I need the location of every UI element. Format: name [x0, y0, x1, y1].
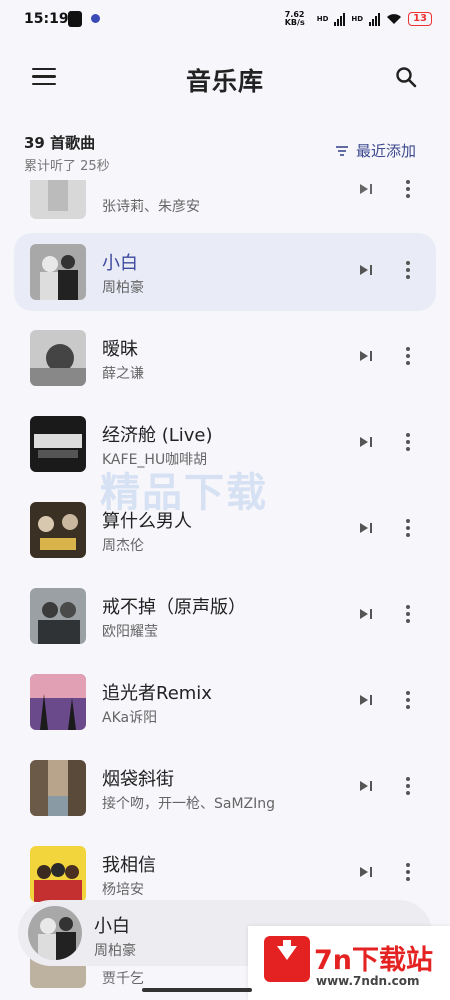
wifi-icon: [387, 14, 402, 24]
play-next-icon[interactable]: [358, 263, 374, 277]
more-options-icon[interactable]: [403, 347, 413, 367]
album-cover: [30, 502, 86, 558]
background-watermark: 精品下载: [100, 470, 268, 516]
song-title: 我相信: [102, 855, 156, 876]
notification-dot-icon: [91, 14, 100, 23]
song-artist: 欧阳耀莹: [102, 624, 158, 640]
battery-icon: 13: [408, 12, 432, 26]
status-time: 15:19: [24, 11, 69, 27]
song-artist: 周柏豪: [102, 280, 144, 296]
listen-time: 累计听了 25秒: [24, 159, 110, 174]
song-artist: 张诗莉、朱彦安: [102, 199, 200, 215]
more-options-icon[interactable]: [403, 433, 413, 453]
play-next-icon[interactable]: [358, 607, 374, 621]
song-row[interactable]: 张诗莉、朱彦安: [14, 180, 436, 230]
album-cover: [30, 180, 86, 219]
album-cover: [30, 416, 86, 472]
play-next-icon[interactable]: [358, 693, 374, 707]
song-artist: AKa诉阳: [102, 710, 158, 726]
more-options-icon[interactable]: [403, 261, 413, 281]
song-artist: 薛之谦: [102, 366, 144, 382]
signal-icon-1: [334, 12, 346, 26]
signal-label-1: HD: [316, 15, 329, 23]
song-title: 暧昧: [102, 339, 138, 360]
song-count: 39 首歌曲: [24, 134, 96, 152]
play-next-icon[interactable]: [358, 521, 374, 535]
more-options-icon[interactable]: [403, 519, 413, 539]
album-cover: [30, 588, 86, 644]
mini-player-title: 小白: [94, 916, 130, 937]
status-bar: 15:19 7.62 KB/s HD HD 13: [0, 0, 450, 40]
library-summary: 39 首歌曲 累计听了 25秒: [24, 132, 110, 174]
album-cover: [30, 244, 86, 300]
song-artist: 杨培安: [102, 882, 144, 898]
song-row[interactable]: 烟袋斜街 接个吻，开一枪、SaMZIng: [14, 749, 436, 827]
song-row[interactable]: 追光者Remix AKa诉阳: [14, 663, 436, 741]
album-cover: [30, 846, 86, 902]
more-options-icon[interactable]: [403, 180, 413, 200]
song-row-active[interactable]: 小白 周柏豪: [14, 233, 436, 311]
song-title: 戒不掉（原声版）: [102, 597, 246, 618]
song-artist: 贾千乞: [102, 971, 144, 987]
album-cover: [30, 760, 86, 816]
song-artist: 周杰伦: [102, 538, 144, 554]
signal-icon-2: [369, 12, 381, 26]
search-icon[interactable]: [395, 66, 417, 88]
status-right: 7.62 KB/s HD HD 13: [285, 11, 432, 27]
song-title: 烟袋斜街: [102, 769, 174, 790]
mini-player-cover: [28, 906, 82, 960]
download-logo-icon: [264, 936, 310, 982]
app-bar: 音乐库: [0, 52, 450, 108]
album-cover: [30, 330, 86, 386]
page-title: 音乐库: [185, 67, 264, 96]
song-artist: 接个吻，开一枪、SaMZIng: [102, 796, 276, 812]
song-row[interactable]: 戒不掉（原声版） 欧阳耀莹: [14, 577, 436, 655]
sort-icon: [335, 145, 348, 156]
play-next-icon[interactable]: [358, 865, 374, 879]
signal-label-2: HD: [351, 15, 364, 23]
song-title: 经济舱 (Live): [102, 425, 213, 446]
song-title: 小白: [102, 253, 138, 274]
play-next-icon[interactable]: [358, 435, 374, 449]
play-next-icon[interactable]: [358, 349, 374, 363]
more-options-icon[interactable]: [403, 691, 413, 711]
watermark-name: 7n下载站: [314, 945, 434, 976]
song-list: 张诗莉、朱彦安 小白 周柏豪 暧昧 薛之谦 经济舱 (Live) KAFE_HU…: [0, 180, 450, 1000]
watermark-url: www.7ndn.com: [316, 974, 420, 988]
mini-player-artist: 周柏豪: [94, 943, 136, 959]
tiktok-icon: [68, 11, 82, 27]
more-options-icon[interactable]: [403, 863, 413, 883]
play-next-icon[interactable]: [358, 779, 374, 793]
sort-label: 最近添加: [355, 142, 416, 160]
album-cover: [30, 674, 86, 730]
song-title: 追光者Remix: [102, 683, 212, 704]
song-row[interactable]: 暧昧 薛之谦: [14, 319, 436, 397]
play-next-icon[interactable]: [358, 182, 374, 196]
net-speed: 7.62 KB/s: [284, 10, 305, 27]
site-watermark: 7n下载站 www.7ndn.com: [248, 926, 450, 1000]
home-indicator[interactable]: [142, 988, 252, 992]
sort-button[interactable]: 最近添加: [335, 140, 416, 161]
more-options-icon[interactable]: [403, 777, 413, 797]
more-options-icon[interactable]: [403, 605, 413, 625]
